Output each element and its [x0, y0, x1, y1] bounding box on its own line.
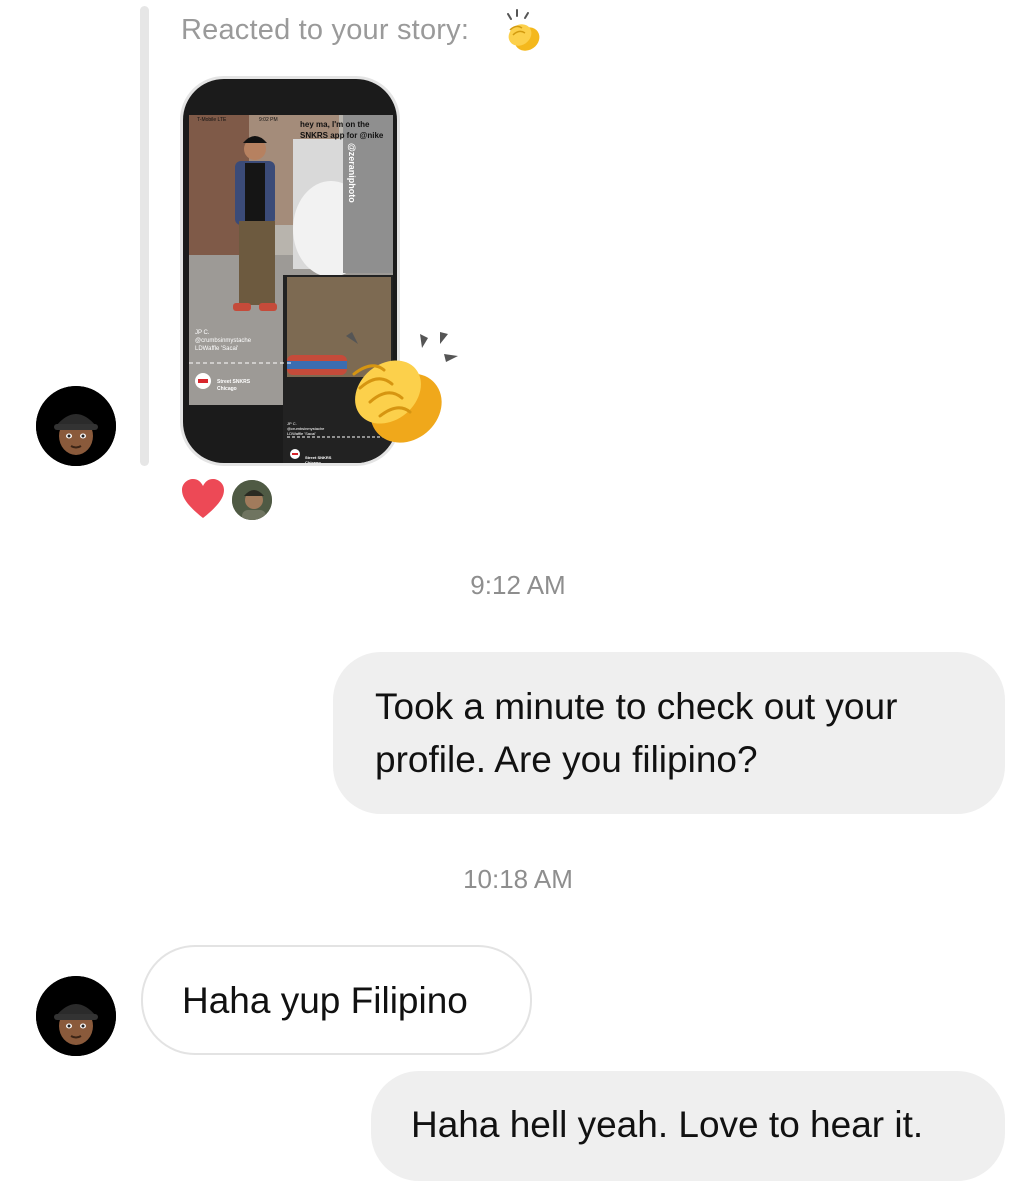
timestamp: 10:18 AM [463, 864, 573, 894]
story-app-title: Street SNKRS [217, 379, 251, 385]
message-text-line: Took a minute to check out your [375, 686, 898, 727]
clapping-hands-reaction-icon [346, 332, 458, 443]
contact-avatar[interactable] [36, 976, 116, 1056]
story-reply-quote-bar [140, 6, 149, 466]
story-overlay-app-info: Street SNKRS Chicago [305, 455, 331, 465]
story-caption: hey ma, I'm on the SNKRS app for @nike [300, 120, 384, 140]
story-person-info: JP C. @crumbsinmystache LDWaffle 'Sacai' [195, 329, 285, 353]
reactor-avatar[interactable] [230, 478, 274, 522]
incoming-message-bubble[interactable]: Haha yup Filipino [141, 945, 532, 1055]
story-overlay-shoe-name: LDWaffle 'Sacai' [287, 431, 316, 436]
outgoing-message-bubble[interactable]: Took a minute to check out your profile.… [333, 652, 1005, 814]
story-status-carrier: T-Mobile LTE [197, 117, 227, 123]
clapping-hands-icon [507, 9, 540, 51]
outgoing-message-bubble[interactable]: Haha hell yeah. Love to hear it. [371, 1071, 1005, 1181]
story-person-handle: @crumbsinmystache [195, 338, 252, 344]
message-text: Haha yup Filipino [182, 980, 468, 1021]
message-text-line: profile. Are you filipino? [375, 739, 758, 780]
timestamp: 9:12 AM [470, 570, 566, 600]
story-shoe-name: LDWaffle 'Sacai' [195, 346, 239, 352]
story-status-time: 9:02 PM [259, 117, 278, 123]
story-app-location: Chicago [217, 386, 237, 392]
story-app-info: Street SNKRS Chicago [217, 379, 250, 393]
story-person-name: JP C. [195, 330, 210, 336]
story-overlay-person-info: JP C. @crumbsinmystache LDWaffle 'Sacai' [287, 421, 324, 436]
message-text: Haha hell yeah. Love to hear it. [411, 1104, 924, 1145]
story-reaction-label: Reacted to your story: [181, 14, 470, 46]
story-overlay-app-location: Chicago [305, 460, 321, 465]
contact-avatar[interactable] [36, 386, 116, 466]
heart-reaction-icon[interactable] [180, 478, 226, 520]
story-photo-credit: @zeraniphoto [347, 143, 357, 203]
